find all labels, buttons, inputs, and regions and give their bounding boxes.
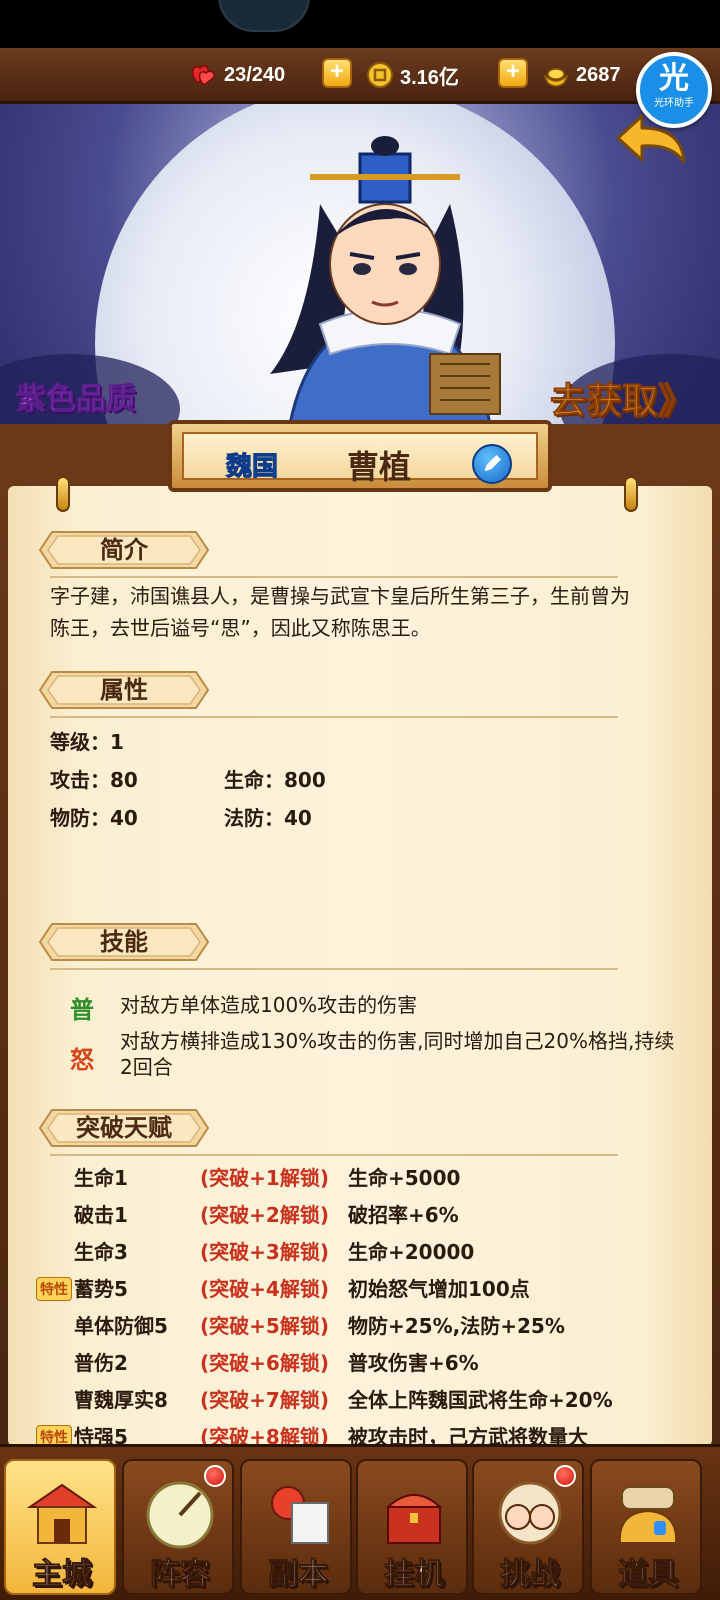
notification-dot bbox=[554, 1465, 576, 1487]
talent-effect: 生命+20000 bbox=[348, 1240, 475, 1264]
nav-label: 副本 bbox=[268, 1557, 329, 1593]
talent-name: 蓄势5 bbox=[74, 1277, 128, 1301]
gold-display: 2687 bbox=[542, 58, 621, 92]
talent-name: 单体防御5 bbox=[74, 1314, 168, 1338]
talent-effect: 普攻伤害+6% bbox=[348, 1351, 479, 1375]
stamina-value: 23/240 bbox=[224, 63, 286, 86]
gold-value: 2687 bbox=[576, 63, 621, 86]
divider bbox=[50, 576, 618, 578]
palace-icon bbox=[26, 1483, 98, 1544]
skills-title: 技能 bbox=[100, 928, 148, 956]
attributes-title: 属性 bbox=[100, 676, 148, 704]
obtain-link[interactable]: 去获取》 bbox=[549, 372, 694, 424]
coin-icon bbox=[367, 62, 393, 88]
stamina-display: 23/240 bbox=[190, 58, 285, 92]
stamina-heart-icon bbox=[191, 65, 215, 86]
intro-title: 简介 bbox=[100, 536, 148, 564]
kingdom-label: 魏国 bbox=[225, 452, 279, 483]
notification-dot bbox=[204, 1465, 226, 1487]
talent-unlock-condition: (突破+5解锁) bbox=[200, 1314, 329, 1338]
quality-label: 紫色品质 bbox=[16, 382, 137, 418]
rage-skill-icon: 怒 bbox=[70, 1046, 94, 1074]
talent-unlock-condition: (突破+6解锁) bbox=[200, 1351, 329, 1375]
resource-bar: 23/240 + 3.16亿 + 2687 bbox=[0, 48, 720, 104]
talents-title: 突破天赋 bbox=[76, 1114, 172, 1142]
name-plate-inner: 魏国 曹植 bbox=[182, 432, 538, 486]
talent-effect: 初始怒气增加100点 bbox=[348, 1277, 530, 1301]
nav-challenge[interactable]: 挑战 bbox=[472, 1459, 584, 1595]
section-tab-talents: 突破天赋 bbox=[38, 1108, 210, 1148]
trait-tag: 特性 bbox=[36, 1277, 72, 1301]
app-avatar-icon bbox=[218, 0, 310, 32]
items-bag-icon bbox=[618, 1486, 678, 1544]
nav-items[interactable]: 道具 bbox=[590, 1459, 702, 1595]
divider bbox=[50, 716, 618, 718]
talent-unlock-condition: (突破+2解锁) bbox=[200, 1203, 329, 1227]
talent-name: 破击1 bbox=[74, 1203, 128, 1227]
attr-pdef: 物防：40 bbox=[50, 806, 138, 830]
talent-effect: 生命+5000 bbox=[348, 1166, 461, 1190]
nav-label: 阵容 bbox=[150, 1557, 211, 1593]
talent-name: 曹魏厚实8 bbox=[74, 1388, 168, 1412]
talent-effect: 破招率+6% bbox=[348, 1203, 459, 1227]
nav-main-city[interactable]: 主城 bbox=[4, 1459, 116, 1595]
helper-subtitle: 光环助手 bbox=[654, 98, 694, 109]
hero-info-panel: 简介 字子建，沛国谯县人，是曹操与武宣卞皇后所生第三子，生前曾为陈王，去世后谥号… bbox=[8, 486, 712, 1446]
section-tab-attributes: 属性 bbox=[38, 670, 210, 710]
nav-label: 挂机 bbox=[384, 1557, 445, 1593]
talent-name: 生命1 bbox=[74, 1166, 128, 1190]
nav-label: 道具 bbox=[618, 1557, 679, 1593]
section-tab-intro: 简介 bbox=[38, 530, 210, 570]
gold-ingot-icon bbox=[543, 68, 569, 87]
hero-name-plate: 魏国 曹植 bbox=[168, 420, 552, 492]
normal-skill-icon: 普 bbox=[70, 996, 94, 1024]
talent-effect: 物防+25%,法防+25% bbox=[348, 1314, 565, 1338]
normal-skill-text: 对敌方单体造成100%攻击的伤害 bbox=[120, 993, 418, 1017]
section-tab-skills: 技能 bbox=[38, 922, 210, 962]
add-stamina-button[interactable]: + bbox=[322, 58, 352, 88]
talent-name: 恃强5 bbox=[74, 1425, 128, 1446]
helper-title: 光 bbox=[659, 61, 689, 96]
divider bbox=[50, 1154, 618, 1156]
intro-text: 字子建，沛国谯县人，是曹操与武宣卞皇后所生第三子，生前曾为陈王，去世后谥号“思”… bbox=[50, 584, 630, 640]
dungeon-icon bbox=[271, 1486, 329, 1544]
nav-dungeon[interactable]: 副本 bbox=[240, 1459, 352, 1595]
scroll-pin-right bbox=[624, 476, 638, 512]
attr-mdef: 法防：40 bbox=[224, 806, 312, 830]
edit-name-button[interactable] bbox=[472, 444, 512, 484]
attr-level: 等级：1 bbox=[50, 730, 124, 754]
talent-unlock-condition: (突破+7解锁) bbox=[200, 1388, 329, 1412]
attr-attack: 攻击：80 bbox=[50, 768, 138, 792]
talent-unlock-condition: (突破+1解锁) bbox=[200, 1166, 329, 1190]
coin-display: 3.16亿 bbox=[366, 58, 459, 92]
add-coin-button[interactable]: + bbox=[498, 58, 528, 88]
bottom-nav: 主城 阵容 副本 挂机 挑战 道具 bbox=[0, 1444, 720, 1600]
coin-value: 3.16亿 bbox=[400, 66, 459, 89]
talent-effect: 被攻击时，己方武将数量大 bbox=[348, 1425, 588, 1446]
hero-name: 曹植 bbox=[346, 448, 411, 486]
nav-idle[interactable]: 挂机 bbox=[356, 1459, 468, 1595]
status-bar bbox=[0, 0, 720, 48]
helper-assistant-button[interactable]: 光 光环助手 bbox=[636, 52, 712, 128]
pencil-icon bbox=[484, 455, 501, 472]
scroll-pin-left bbox=[56, 476, 70, 512]
hero-portrait bbox=[270, 136, 501, 424]
talent-name: 普伤2 bbox=[74, 1351, 128, 1375]
talent-unlock-condition: (突破+4解锁) bbox=[200, 1277, 329, 1301]
talent-unlock-condition: (突破+3解锁) bbox=[200, 1240, 329, 1264]
nav-label: 挑战 bbox=[500, 1557, 561, 1593]
trait-tag: 特性 bbox=[36, 1425, 72, 1446]
talent-unlock-condition: (突破+8解锁) bbox=[200, 1425, 329, 1446]
idle-chest-icon bbox=[385, 1494, 443, 1544]
rage-skill-text: 对敌方横排造成130%攻击的伤害,同时增加自己20%格挡,持续2回合 bbox=[120, 1029, 675, 1079]
divider bbox=[50, 968, 618, 970]
attr-hp: 生命：800 bbox=[224, 768, 326, 792]
nav-lineup[interactable]: 阵容 bbox=[122, 1459, 234, 1595]
nav-label: 主城 bbox=[32, 1557, 93, 1593]
talent-name: 生命3 bbox=[74, 1240, 128, 1264]
talent-effect: 全体上阵魏国武将生命+20% bbox=[348, 1388, 613, 1412]
